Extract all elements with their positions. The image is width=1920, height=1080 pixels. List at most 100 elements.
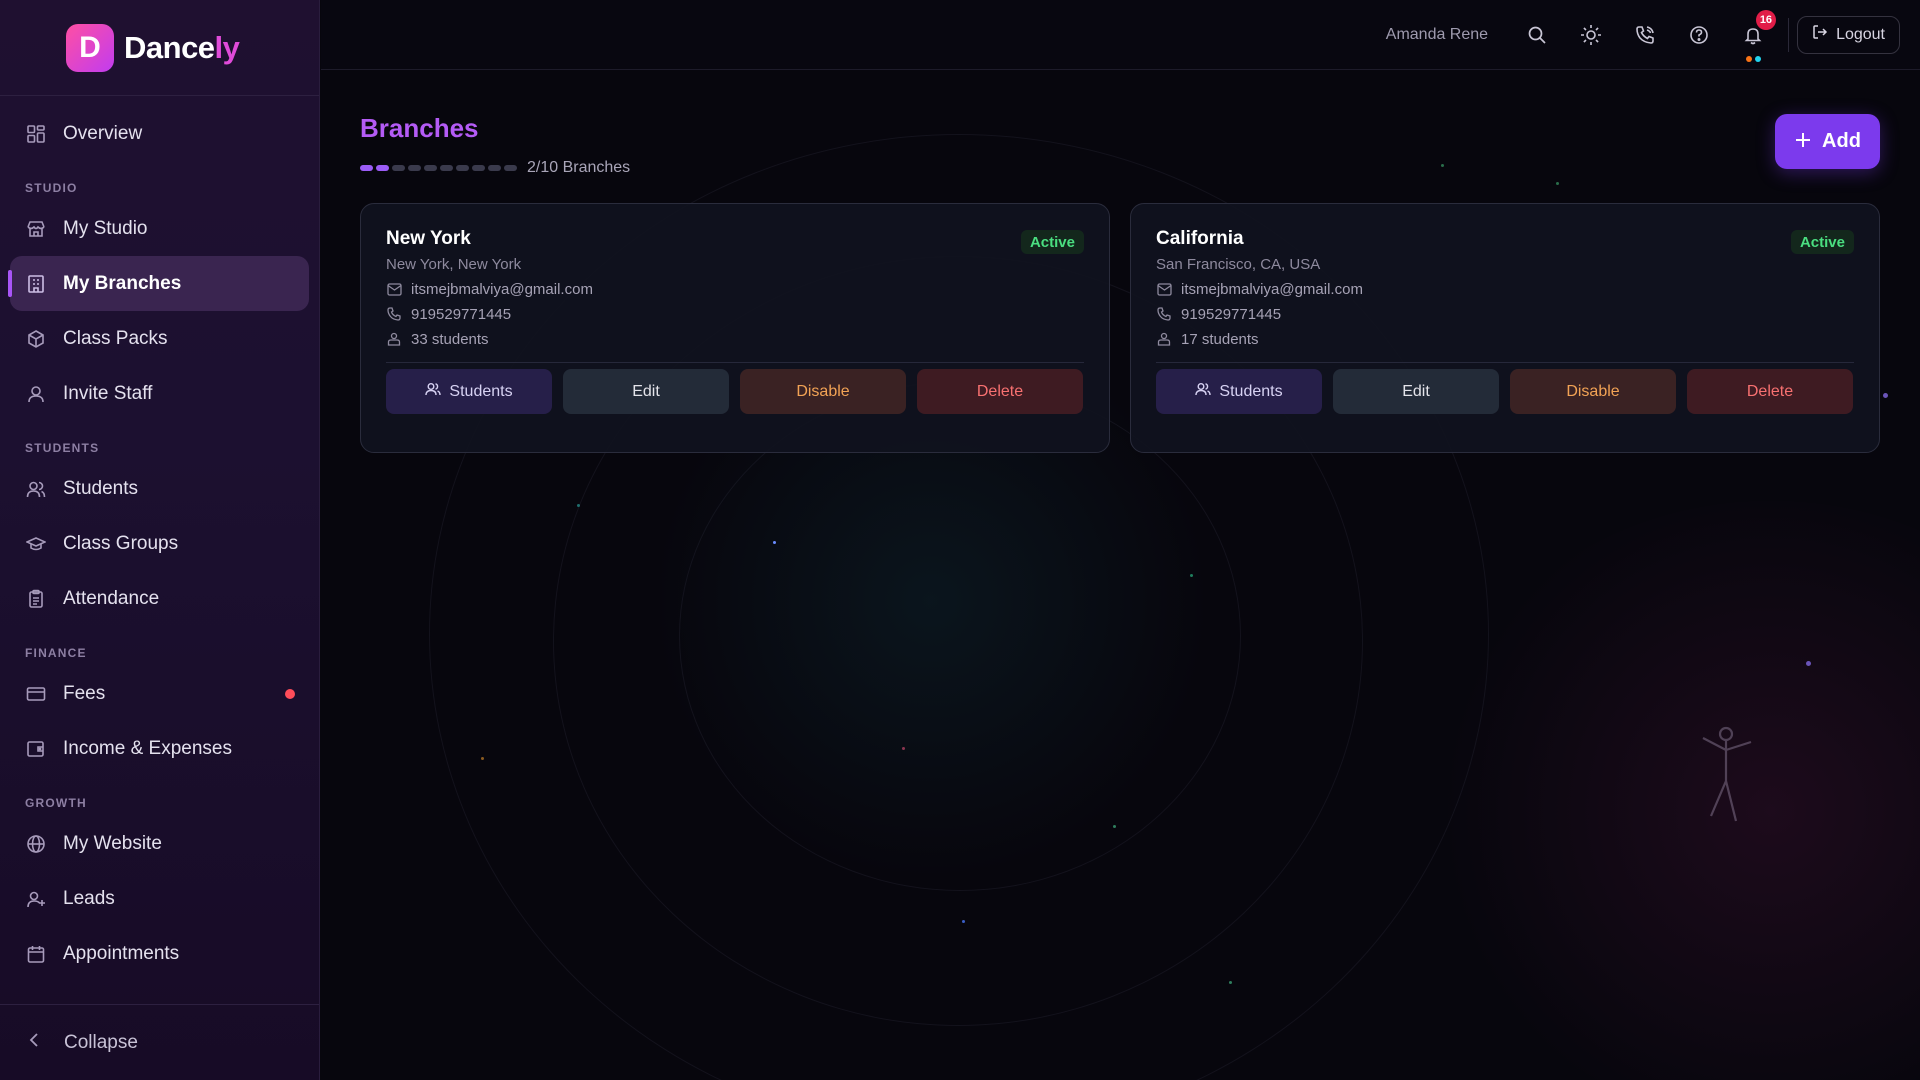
nav-section-growth: GROWTH <box>25 796 87 810</box>
clipboard-icon <box>25 588 47 610</box>
sidebar-item-label: Class Groups <box>63 532 179 554</box>
progress-segment <box>360 165 373 171</box>
branch-name: New York <box>386 228 471 249</box>
logout-button[interactable]: Logout <box>1797 15 1900 54</box>
branch-students: 33 students <box>411 330 489 348</box>
sidebar-item-attendance[interactable]: Attendance <box>10 571 309 626</box>
edit-button[interactable]: Edit <box>563 369 729 414</box>
background-star <box>962 920 965 923</box>
logout-icon <box>1812 24 1828 45</box>
card-actions: Students Edit Disable Delete <box>1156 369 1854 414</box>
branch-cards: New York New York, New York Active itsme… <box>360 203 1880 453</box>
sidebar-item-label: Income & Expenses <box>63 737 232 759</box>
dancer-figure-icon <box>1691 726 1761 841</box>
branch-location: San Francisco, CA, USA <box>1156 256 1321 273</box>
sidebar-item-overview[interactable]: Overview <box>10 106 309 161</box>
branch-location: New York, New York <box>386 256 522 273</box>
sidebar-item-fees[interactable]: Fees <box>10 666 309 721</box>
user-name[interactable]: Amanda Rene <box>1386 26 1488 44</box>
delete-button[interactable]: Delete <box>1687 369 1853 414</box>
progress-segment <box>392 165 405 171</box>
branch-phone-row: 919529771445 <box>386 305 1084 323</box>
sidebar-item-invite-staff[interactable]: Invite Staff <box>10 366 309 421</box>
wallet-icon <box>25 738 47 760</box>
sidebar-item-label: Leads <box>63 887 115 909</box>
progress-segment <box>472 165 485 171</box>
branch-phone-row: 919529771445 <box>1156 305 1854 323</box>
sidebar-item-label: Appointments <box>63 942 180 964</box>
brand-logo: D <box>66 23 114 72</box>
branch-students-row: 17 students <box>1156 330 1854 348</box>
edit-button[interactable]: Edit <box>1333 369 1499 414</box>
sidebar-item-label: Overview <box>63 122 143 144</box>
plus-icon <box>1794 128 1812 156</box>
progress-segments <box>360 165 520 171</box>
help-circle-icon[interactable] <box>1682 18 1716 52</box>
sun-icon[interactable] <box>1574 18 1608 52</box>
grid-icon <box>25 123 47 145</box>
card-divider <box>1156 362 1854 363</box>
student-icon <box>1156 331 1172 347</box>
students-button[interactable]: Students <box>386 369 552 414</box>
package-icon <box>25 328 47 350</box>
store-icon <box>25 218 47 240</box>
sidebar-item-appointments[interactable]: Appointments <box>10 926 309 981</box>
background-star <box>1556 182 1559 185</box>
notification-badge: 16 <box>1755 9 1777 30</box>
sidebar-item-class-groups[interactable]: Class Groups <box>10 516 309 571</box>
branch-usage-progress: 2/10 Branches <box>360 159 630 177</box>
sidebar-item-students[interactable]: Students <box>10 461 309 516</box>
sidebar-item-my-studio[interactable]: My Studio <box>10 201 309 256</box>
card-actions: Students Edit Disable Delete <box>386 369 1084 414</box>
collapse-label: Collapse <box>64 1031 138 1053</box>
sidebar-item-income-expenses[interactable]: Income & Expenses <box>10 721 309 776</box>
progress-segment <box>424 165 437 171</box>
sidebar-item-label: Attendance <box>63 587 160 609</box>
phone-call-icon[interactable] <box>1628 18 1662 52</box>
student-icon <box>386 331 402 347</box>
sidebar-item-label: My Website <box>63 832 162 854</box>
phone-icon <box>386 306 402 322</box>
background-star <box>1441 164 1444 167</box>
card-divider <box>386 362 1084 363</box>
user-icon <box>25 383 47 405</box>
bell-icon[interactable]: 16 <box>1736 9 1777 62</box>
nav-section-students: STUDENTS <box>25 441 100 455</box>
fees-alert-dot <box>285 688 295 699</box>
delete-button[interactable]: Delete <box>917 369 1083 414</box>
nav-section-finance: FINANCE <box>25 646 87 660</box>
progress-segment <box>376 165 389 171</box>
branch-phone: 919529771445 <box>1181 305 1282 323</box>
background-star <box>773 541 776 544</box>
sidebar-item-my-website[interactable]: My Website <box>10 816 309 871</box>
sidebar-item-label: My Branches <box>63 272 182 294</box>
sidebar-item-label: Invite Staff <box>63 382 153 404</box>
users-icon <box>1195 381 1212 402</box>
disable-button[interactable]: Disable <box>740 369 906 414</box>
progress-label: 2/10 Branches <box>527 159 631 176</box>
sidebar-item-label: Students <box>63 477 138 499</box>
branch-students: 17 students <box>1181 330 1259 348</box>
branch-email-row: itsmejbmalviya@gmail.com <box>1156 280 1854 298</box>
nav-section-studio: STUDIO <box>25 181 78 195</box>
background-star <box>577 504 580 507</box>
disable-button[interactable]: Disable <box>1510 369 1676 414</box>
students-button[interactable]: Students <box>1156 369 1322 414</box>
background-star <box>1190 574 1193 577</box>
background-star <box>1883 393 1888 398</box>
sidebar: D Dancely Overview STUDIO My Studio My B… <box>0 0 320 1080</box>
globe-icon <box>25 833 47 855</box>
sidebar-item-class-packs[interactable]: Class Packs <box>10 311 309 366</box>
sidebar-item-leads[interactable]: Leads <box>10 871 309 926</box>
sidebar-item-label: Class Packs <box>63 327 168 349</box>
search-icon[interactable] <box>1520 18 1554 52</box>
sidebar-item-label: My Studio <box>63 217 148 239</box>
collapse-button[interactable]: Collapse <box>0 1004 319 1080</box>
brand[interactable]: D Dancely <box>0 0 319 96</box>
sidebar-item-my-branches[interactable]: My Branches <box>8 256 309 311</box>
background-star <box>1113 825 1116 828</box>
branch-email-row: itsmejbmalviya@gmail.com <box>386 280 1084 298</box>
background-star <box>1229 981 1232 984</box>
header-divider <box>1788 17 1790 52</box>
add-branch-button[interactable]: Add <box>1775 114 1880 169</box>
